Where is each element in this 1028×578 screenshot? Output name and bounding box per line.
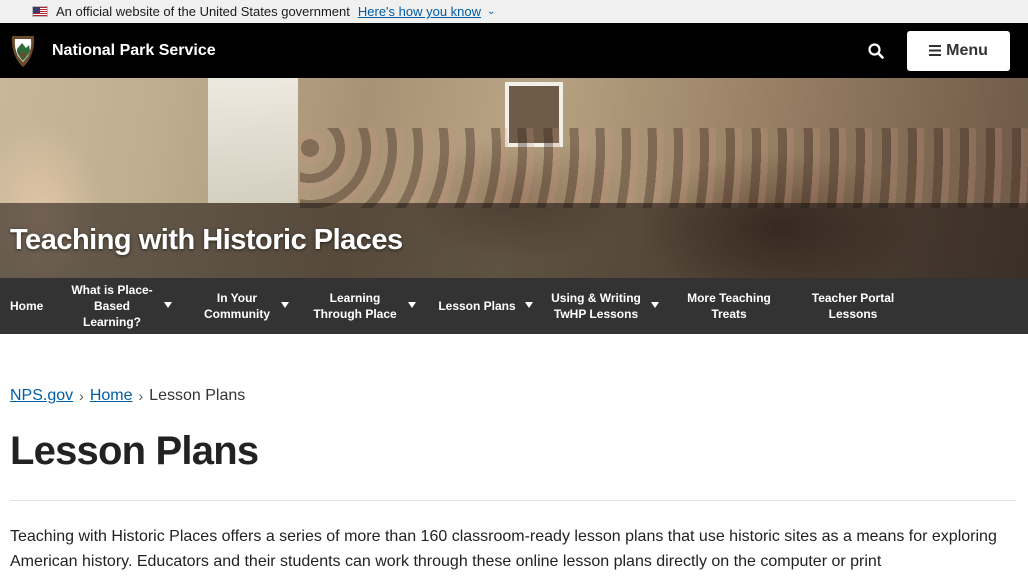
breadcrumb-chevron-icon: ›	[138, 388, 144, 404]
nav-item-label: Using & Writing TwHP Lessons	[551, 291, 641, 321]
gov-banner: An official website of the United States…	[0, 0, 1028, 23]
section-nav: Home What is Place-Based Learning? In Yo…	[0, 278, 1028, 334]
nav-item-label: Lesson Plans	[438, 299, 516, 313]
us-flag-icon	[32, 6, 48, 17]
nav-item-using-writing-twhp[interactable]: Using & Writing TwHP Lessons	[549, 290, 659, 322]
menu-button-label: Menu	[946, 41, 988, 59]
nav-item-label: Learning Through Place	[313, 291, 397, 321]
hero-photo-window	[208, 78, 298, 203]
nav-item-label: What is Place-Based Learning?	[71, 283, 153, 329]
site-name[interactable]: National Park Service	[52, 42, 216, 60]
nps-arrowhead-logo-icon[interactable]	[10, 34, 36, 68]
page-title: Lesson Plans	[10, 429, 259, 473]
nav-item-in-your-community[interactable]: In Your Community	[201, 290, 289, 322]
breadcrumb-link-nps[interactable]: NPS.gov	[10, 387, 73, 405]
hero-title-overlay: Teaching with Historic Places	[0, 203, 1028, 278]
divider	[10, 500, 1016, 501]
breadcrumb-link-home[interactable]: Home	[90, 387, 133, 405]
nav-item-place-based-learning[interactable]: What is Place-Based Learning?	[68, 282, 172, 330]
nav-item-home[interactable]: Home	[10, 298, 44, 314]
hero-photo-crowd	[300, 128, 1028, 208]
search-button[interactable]	[861, 36, 891, 66]
nav-item-label: Teacher Portal Lessons	[811, 291, 895, 321]
search-icon	[868, 42, 884, 59]
hero-title[interactable]: Teaching with Historic Places	[10, 224, 403, 257]
nav-item-lesson-plans[interactable]: Lesson Plans	[437, 298, 533, 314]
nav-item-label: In Your Community	[204, 291, 270, 321]
nav-item-label: Home	[10, 299, 44, 313]
caret-down-icon[interactable]	[281, 302, 289, 308]
menu-button[interactable]: Menu	[907, 30, 1010, 71]
breadcrumb: NPS.gov › Home › Lesson Plans	[10, 387, 1018, 405]
main-content: NPS.gov › Home › Lesson Plans Lesson Pla…	[0, 387, 1028, 574]
caret-down-icon[interactable]	[164, 302, 172, 308]
site-header: National Park Service Menu	[0, 23, 1028, 78]
nav-item-label: More Teaching Treats	[687, 291, 771, 321]
gov-banner-text: An official website of the United States…	[56, 4, 350, 19]
nav-item-learning-through-place[interactable]: Learning Through Place	[310, 290, 416, 322]
chevron-down-icon[interactable]: ⌄	[487, 6, 495, 17]
hero-banner: Teaching with Historic Places	[0, 78, 1028, 278]
intro-paragraph: Teaching with Historic Places offers a s…	[10, 528, 997, 570]
how-you-know-link[interactable]: Here's how you know	[358, 4, 481, 19]
nav-item-teacher-portal-lessons[interactable]: Teacher Portal Lessons	[807, 290, 899, 322]
nav-item-more-teaching-treats[interactable]: More Teaching Treats	[683, 290, 775, 322]
breadcrumb-current: Lesson Plans	[149, 387, 246, 404]
breadcrumb-chevron-icon: ›	[79, 388, 84, 404]
caret-down-icon[interactable]	[651, 302, 659, 308]
caret-down-icon[interactable]	[408, 302, 416, 308]
caret-down-icon[interactable]	[525, 302, 533, 308]
hamburger-icon	[929, 45, 942, 56]
